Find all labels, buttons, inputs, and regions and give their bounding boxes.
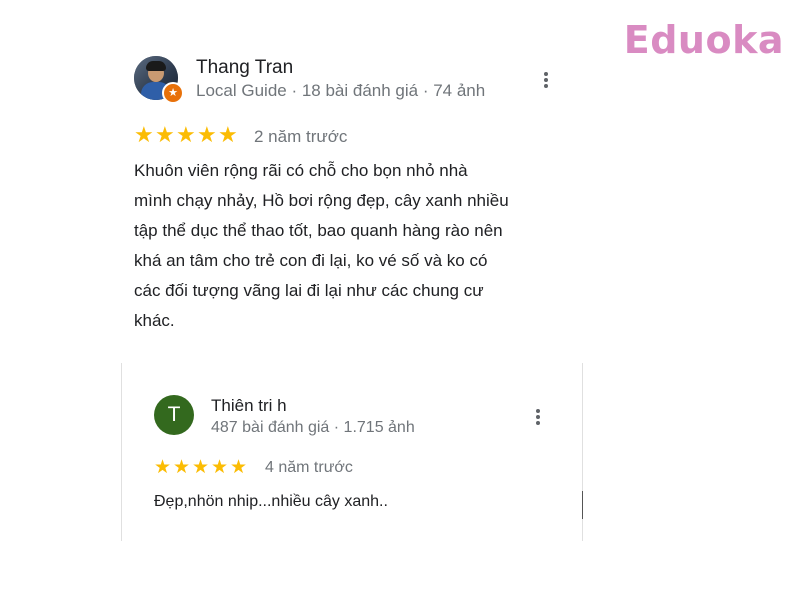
more-vert-icon[interactable] (534, 409, 542, 429)
reviewer-name[interactable]: Thiên tri h (211, 396, 287, 416)
review-text: Khuôn viên rộng rãi có chỗ cho bọn nhỏ n… (134, 156, 564, 336)
avatar[interactable]: T (154, 395, 194, 435)
star-icon: ★ (197, 123, 217, 148)
star-icon: ★ (230, 456, 248, 478)
review-text-line: khác. (134, 311, 175, 330)
review-text-line: khá an tâm cho trẻ con đi lại, ko vé số … (134, 251, 488, 270)
review-text: Đẹp,nhön nhip...nhiều cây xanh.. (154, 493, 388, 510)
review-date: 2 năm trước (254, 127, 348, 146)
review-text-line: tập thể dục thể thao tốt, bao quanh hàng… (134, 221, 503, 240)
star-rating: ★★★★★ (134, 125, 239, 147)
more-vert-icon[interactable] (542, 72, 550, 92)
review-text-line: mình chạy nhảy, Hồ bơi rộng đẹp, cây xan… (134, 191, 509, 210)
star-icon: ★ (192, 456, 210, 478)
reviewer-meta: 487 bài đánh giá · 1.715 ảnh (211, 419, 415, 436)
star-icon: ★ (134, 123, 154, 148)
divider (582, 491, 583, 519)
star-icon: ★ (218, 123, 238, 148)
eduoka-logo: Eduoka (623, 18, 784, 62)
star-icon: ★ (154, 456, 172, 478)
local-guide-star-icon: ★ (162, 82, 184, 104)
star-icon: ★ (155, 123, 175, 148)
reviewer-name[interactable]: Thang Tran (196, 57, 293, 79)
star-icon: ★ (173, 456, 191, 478)
star-icon: ★ (211, 456, 229, 478)
review-text-line: Khuôn viên rộng rãi có chỗ cho bọn nhỏ n… (134, 161, 468, 180)
review-card: T Thiên tri h 487 bài đánh giá · 1.715 ả… (121, 363, 583, 541)
star-icon: ★ (176, 123, 196, 148)
review-text-line: các đối tượng vãng lai đi lại như các ch… (134, 281, 484, 300)
reviewer-meta: Local Guide · 18 bài đánh giá · 74 ảnh (196, 81, 486, 100)
review-date: 4 năm trước (265, 459, 353, 476)
page: Eduoka ★ Thang Tran Local Guide · 18 bài… (0, 0, 800, 600)
star-rating: ★★★★★ (154, 457, 249, 478)
